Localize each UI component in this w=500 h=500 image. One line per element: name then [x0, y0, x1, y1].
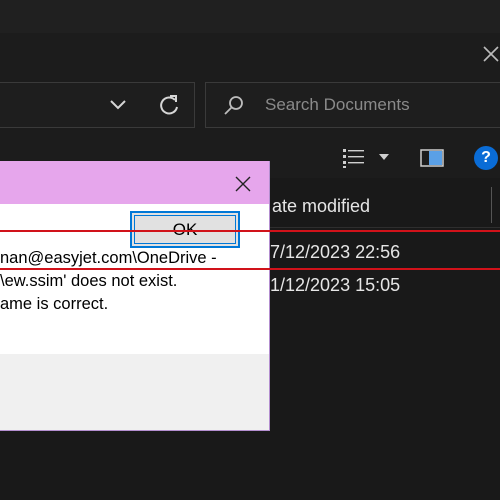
help-icon[interactable]: ? [474, 146, 498, 170]
close-icon[interactable] [482, 42, 500, 66]
table-row-date[interactable]: 1/12/2023 15:05 [270, 275, 400, 296]
column-divider[interactable] [491, 187, 492, 223]
search-input[interactable] [265, 92, 490, 118]
search-icon [224, 96, 243, 115]
refresh-icon[interactable] [157, 92, 181, 118]
annotation-highlight [0, 230, 500, 270]
dialog-message-line: ame is correct. [0, 295, 109, 313]
window-titlebar [0, 0, 500, 33]
dialog-close-icon[interactable] [234, 175, 252, 193]
preview-pane-icon[interactable] [420, 148, 444, 168]
column-header-date-modified[interactable]: ate modified [272, 196, 370, 217]
dialog-message-line: \ew.ssim' does not exist. [0, 272, 178, 290]
view-options-chevron-icon[interactable] [378, 152, 390, 162]
dialog-titlebar [0, 161, 269, 204]
details-view-icon[interactable] [342, 147, 366, 169]
dialog-footer [0, 354, 269, 430]
chevron-down-icon[interactable] [108, 93, 128, 117]
error-dialog: nan@easyjet.com\OneDrive - \ew.ssim' doe… [0, 161, 270, 431]
